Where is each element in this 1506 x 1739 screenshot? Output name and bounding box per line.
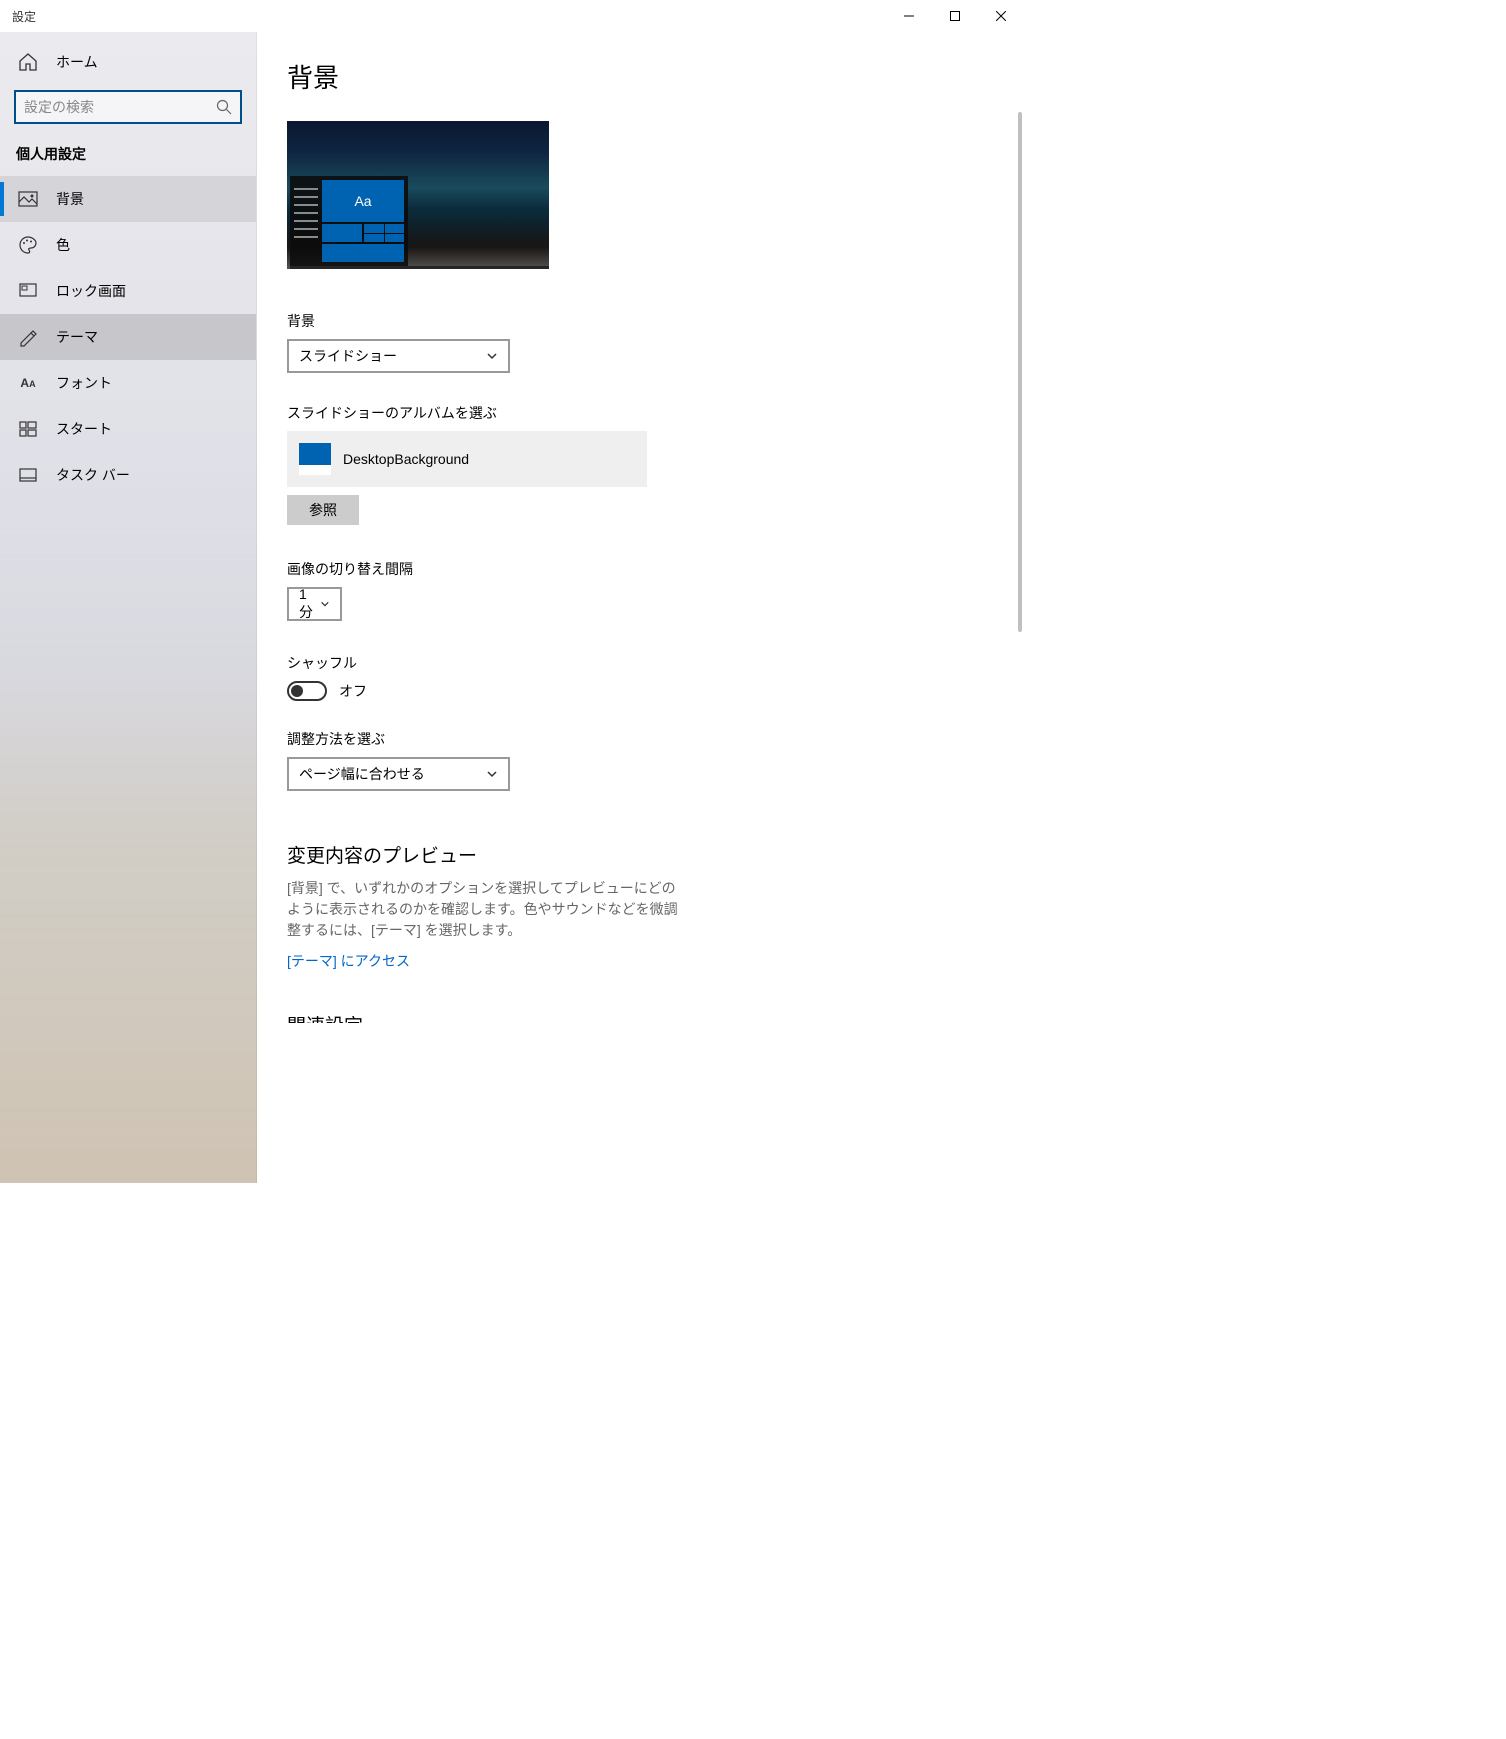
background-label: 背景 [287, 311, 994, 331]
shuffle-value: オフ [339, 681, 367, 701]
sidebar-item-taskbar[interactable]: タスク バー [0, 452, 256, 498]
fit-label: 調整方法を選ぶ [287, 729, 994, 749]
minimize-button[interactable] [886, 0, 932, 32]
home-icon [18, 52, 38, 72]
sidebar-home[interactable]: ホーム [0, 42, 256, 82]
album-label: スライドショーのアルバムを選ぶ [287, 403, 994, 423]
background-value: スライドショー [299, 346, 397, 366]
minimize-icon [904, 11, 914, 21]
close-icon [996, 11, 1006, 21]
nav-label: テーマ [56, 327, 98, 347]
shuffle-label: シャッフル [287, 653, 994, 673]
main-content: 背景 Aa 背景 スライドショー スライドショーのアルバムを選ぶ Desktop [257, 32, 1024, 1183]
album-name: DesktopBackground [343, 451, 469, 467]
palette-icon [18, 235, 38, 255]
sidebar-section-heading: 個人用設定 [0, 136, 256, 176]
taskbar-icon [18, 465, 38, 485]
font-icon: AA [18, 373, 38, 393]
window-controls [886, 0, 1024, 32]
nav-label: 背景 [56, 189, 84, 209]
shuffle-toggle[interactable] [287, 681, 327, 701]
lockscreen-icon [18, 281, 38, 301]
nav-label: スタート [56, 419, 112, 439]
theme-icon [18, 327, 38, 347]
folder-icon [299, 443, 331, 475]
background-dropdown[interactable]: スライドショー [287, 339, 510, 373]
sidebar-item-background[interactable]: 背景 [0, 176, 256, 222]
theme-link[interactable]: [テーマ] にアクセス [287, 951, 410, 971]
interval-label: 画像の切り替え間隔 [287, 559, 994, 579]
search-icon [216, 99, 232, 115]
sidebar-item-lockscreen[interactable]: ロック画面 [0, 268, 256, 314]
interval-dropdown[interactable]: 1 分 [287, 587, 342, 621]
chevron-down-icon [486, 350, 498, 362]
nav-label: ロック画面 [56, 281, 126, 301]
search-input[interactable] [24, 99, 216, 115]
desktop-preview: Aa [287, 121, 549, 269]
related-heading: 関連設定 [287, 1011, 994, 1023]
nav-label: タスク バー [56, 465, 130, 485]
album-card[interactable]: DesktopBackground [287, 431, 647, 487]
fit-dropdown[interactable]: ページ幅に合わせる [287, 757, 510, 791]
search-box[interactable] [14, 90, 242, 124]
nav-label: 色 [56, 235, 70, 255]
sidebar-item-themes[interactable]: テーマ [0, 314, 256, 360]
browse-button[interactable]: 参照 [287, 495, 359, 525]
start-icon [18, 419, 38, 439]
interval-value: 1 分 [299, 586, 320, 622]
nav-label: フォント [56, 373, 112, 393]
chevron-down-icon [486, 768, 498, 780]
scrollbar[interactable] [1018, 112, 1022, 632]
preview-help-text: [背景] で、いずれかのオプションを選択してプレビューにどのように表示されるのか… [287, 878, 687, 941]
sidebar-item-fonts[interactable]: AA フォント [0, 360, 256, 406]
window-title: 設定 [0, 8, 36, 25]
page-title: 背景 [287, 58, 994, 95]
maximize-icon [950, 11, 960, 21]
sidebar-item-start[interactable]: スタート [0, 406, 256, 452]
titlebar: 設定 [0, 0, 1024, 32]
maximize-button[interactable] [932, 0, 978, 32]
preview-heading: 変更内容のプレビュー [287, 841, 994, 868]
preview-sample-text: Aa [322, 180, 404, 222]
sidebar: ホーム 個人用設定 背景 色 ロック画面 [0, 32, 257, 1183]
sidebar-item-colors[interactable]: 色 [0, 222, 256, 268]
picture-icon [18, 189, 38, 209]
fit-value: ページ幅に合わせる [299, 764, 425, 784]
chevron-down-icon [320, 598, 330, 610]
close-button[interactable] [978, 0, 1024, 32]
sidebar-home-label: ホーム [56, 52, 98, 72]
